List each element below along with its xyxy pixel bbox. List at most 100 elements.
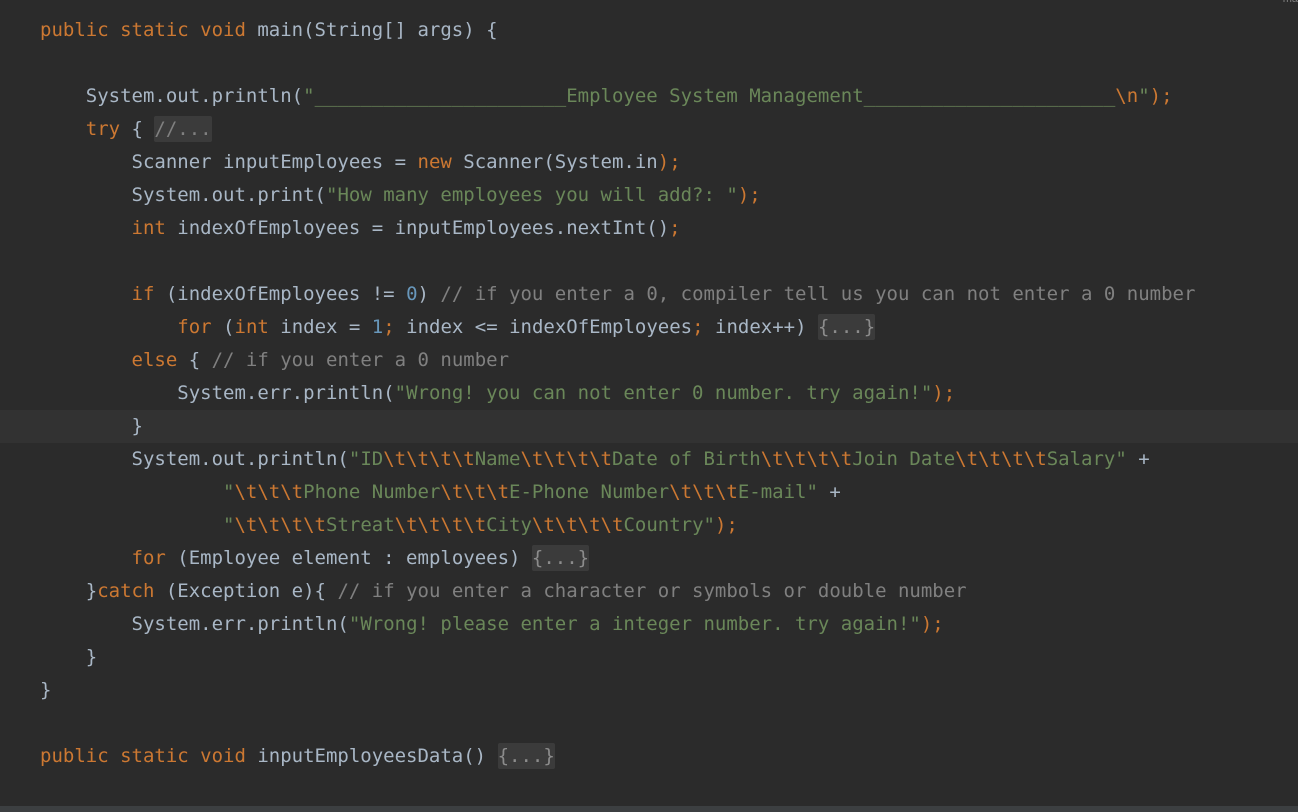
code-token: .print( xyxy=(245,184,326,206)
code-token: index++) xyxy=(703,316,818,338)
code-token: ); xyxy=(737,184,761,206)
code-token: .println( xyxy=(245,448,349,470)
code-line-text: }catch (Exception e){ // if you enter a … xyxy=(40,575,967,608)
keyword-token: new xyxy=(417,151,452,173)
string-token: Salary" xyxy=(1046,448,1127,470)
top-edge-text-fragment: ma xyxy=(1283,0,1298,5)
code-line-text: for (Employee element : employees) {...} xyxy=(40,542,590,575)
code-line[interactable]: } xyxy=(0,641,1298,674)
code-token: ; xyxy=(669,217,681,239)
code-token: + xyxy=(1126,448,1150,470)
code-token: out xyxy=(165,85,201,107)
code-line[interactable] xyxy=(0,47,1298,80)
code-line[interactable]: System.out.print("How many employees you… xyxy=(0,179,1298,212)
code-line-text: "\t\t\t\tStreat\t\t\t\tCity\t\t\t\tCount… xyxy=(40,509,738,542)
code-token: } xyxy=(40,580,98,602)
string-token: \t\t\t xyxy=(234,481,304,503)
code-line[interactable]: public static void inputEmployeesData() … xyxy=(0,740,1298,773)
code-token: ); xyxy=(714,514,738,536)
folded-code-region[interactable]: {...} xyxy=(817,314,876,340)
string-token: E-mail" xyxy=(737,481,818,503)
code-line[interactable]: "\t\t\t\tStreat\t\t\t\tCity\t\t\t\tCount… xyxy=(0,509,1298,542)
code-line[interactable]: "\t\t\tPhone Number\t\t\tE-Phone Number\… xyxy=(0,476,1298,509)
code-token: .println( xyxy=(291,382,395,404)
code-line-text: System.out.println("ID\t\t\t\tName\t\t\t… xyxy=(40,443,1150,476)
string-token: Country" xyxy=(623,514,715,536)
string-token: E-Phone Number xyxy=(509,481,670,503)
string-token: \t\t\t\t xyxy=(394,514,487,536)
code-editor[interactable]: ma public static void main(String[] args… xyxy=(0,0,1298,806)
code-token: System. xyxy=(40,184,212,206)
code-line[interactable]: else { // if you enter a 0 number xyxy=(0,344,1298,377)
code-token: main(String[] args) { xyxy=(245,19,498,41)
code-line-text: } xyxy=(40,674,51,707)
keyword-token: else xyxy=(131,349,178,371)
code-token: ) xyxy=(417,283,441,305)
code-line[interactable]: System.err.println("Wrong! you can not e… xyxy=(0,377,1298,410)
code-line[interactable]: public static void main(String[] args) { xyxy=(0,14,1298,47)
folded-code-region[interactable]: {...} xyxy=(531,545,590,571)
keyword-token: public static void xyxy=(40,745,246,767)
code-line-text: Scanner inputEmployees = new Scanner(Sys… xyxy=(40,146,681,179)
code-token: ); xyxy=(920,613,944,635)
code-token: ( xyxy=(211,316,235,338)
code-token: } xyxy=(40,679,52,701)
code-line-text: try { //... xyxy=(40,113,212,146)
code-line-text: "\t\t\tPhone Number\t\t\tE-Phone Number\… xyxy=(40,476,841,509)
code-token: (Employee element : employees) xyxy=(165,547,532,569)
folded-code-region[interactable]: {...} xyxy=(497,743,555,769)
code-token: } xyxy=(40,415,143,437)
string-token: "______________________Employee System M… xyxy=(303,85,1116,107)
code-line[interactable]: System.out.println("____________________… xyxy=(0,80,1298,113)
code-line-text: System.err.println("Wrong! you can not e… xyxy=(40,377,955,410)
code-line[interactable]: for (Employee element : employees) {...} xyxy=(0,542,1298,575)
code-line-text: } xyxy=(40,410,143,443)
number-token: 1 xyxy=(371,316,384,338)
string-token: Streat xyxy=(326,514,395,536)
code-line-text: else { // if you enter a 0 number xyxy=(40,344,510,377)
code-token: (indexOfEmployees != xyxy=(154,283,407,305)
code-line[interactable] xyxy=(0,245,1298,278)
code-line[interactable] xyxy=(0,707,1298,740)
code-line[interactable]: System.err.println("Wrong! please enter … xyxy=(0,608,1298,641)
code-line[interactable]: for (int index = 1; index <= indexOfEmpl… xyxy=(0,311,1298,344)
keyword-token: try xyxy=(85,118,121,140)
code-token: err xyxy=(211,613,246,635)
code-token: ); xyxy=(932,382,956,404)
editor-bottom-edge xyxy=(0,806,1298,812)
folded-code-region[interactable]: //... xyxy=(154,116,212,142)
code-line[interactable]: System.out.println("ID\t\t\t\tName\t\t\t… xyxy=(0,443,1298,476)
code-line-text: System.err.println("Wrong! please enter … xyxy=(40,608,944,641)
code-line[interactable]: int indexOfEmployees = inputEmployees.ne… xyxy=(0,212,1298,245)
code-line-text: } xyxy=(40,641,97,674)
code-token: ); xyxy=(1149,85,1173,107)
code-token: { xyxy=(120,118,155,140)
code-token: Scanner(System. xyxy=(451,151,635,173)
code-line-text: if (indexOfEmployees != 0) // if you ent… xyxy=(40,278,1196,311)
code-token: .println( xyxy=(245,613,349,635)
string-token: Phone Number xyxy=(303,481,441,503)
string-token: " xyxy=(1138,85,1150,107)
code-line-text: System.out.print("How many employees you… xyxy=(40,179,761,212)
code-line-current[interactable]: } xyxy=(0,410,1298,443)
code-token: Scanner inputEmployees = xyxy=(40,151,418,173)
comment-token: // if you enter a 0, compiler tell us yo… xyxy=(440,283,1196,305)
code-line[interactable]: if (indexOfEmployees != 0) // if you ent… xyxy=(0,278,1298,311)
keyword-token: if xyxy=(131,283,155,305)
code-line[interactable]: try { //... xyxy=(0,113,1298,146)
code-token: { xyxy=(177,349,212,371)
code-line[interactable]: Scanner inputEmployees = new Scanner(Sys… xyxy=(0,146,1298,179)
code-line[interactable]: } xyxy=(0,674,1298,707)
code-token: err xyxy=(257,382,292,404)
code-line[interactable]: }catch (Exception e){ // if you enter a … xyxy=(0,575,1298,608)
code-token: (Exception e){ xyxy=(154,580,338,602)
code-token: System. xyxy=(40,448,212,470)
code-token: ); xyxy=(657,151,681,173)
string-token: Join Date xyxy=(852,448,956,470)
string-token: \t\t\t\t xyxy=(531,514,624,536)
code-token: out xyxy=(211,184,246,206)
string-token: City xyxy=(486,514,532,536)
